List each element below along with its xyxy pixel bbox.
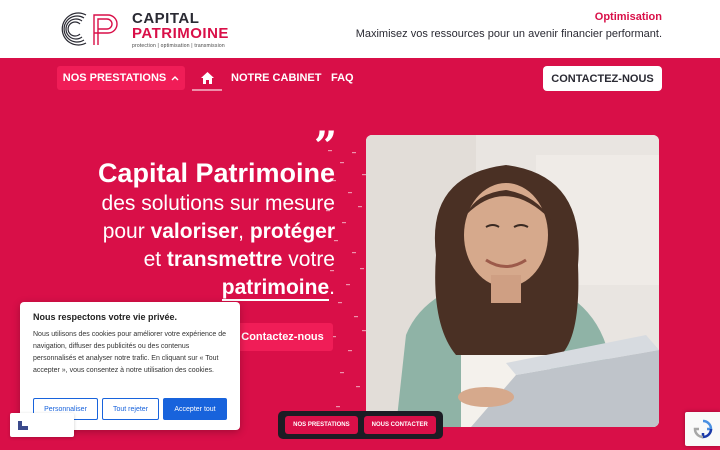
hero-line-4: patrimoine. — [35, 274, 335, 302]
header-promo-subtitle: Maximisez vos ressources pour un avenir … — [355, 28, 662, 40]
hero-keyword-proteger: protéger — [249, 220, 335, 243]
cookie-accept-button[interactable]: Accepter tout — [163, 398, 227, 420]
hero-photo — [366, 135, 659, 427]
logo-tagline: protection | optimisation | transmission — [132, 43, 225, 49]
recaptcha-badge[interactable] — [685, 412, 720, 446]
woman-laptop-illustration — [366, 135, 659, 427]
hero-line-4-suffix: . — [329, 276, 335, 299]
cookie-description: Nous utilisons des cookies pour améliore… — [33, 331, 226, 374]
hero-title: Capital Patrimoine — [97, 158, 335, 188]
cookie-reject-button[interactable]: Tout rejeter — [102, 398, 159, 420]
recaptcha-icon — [693, 419, 712, 439]
cookie-title: Nous respectons votre vie privée. — [33, 312, 178, 322]
nav-prestations-label: NOS PRESTATIONS — [62, 72, 167, 84]
cookie-consent-banner: Nous respectons votre vie privée. Nous u… — [20, 302, 240, 430]
top-header: CAPITAL PATRIMOINE protection | optimisa… — [0, 0, 720, 58]
hero-line-3-prefix: et — [143, 248, 167, 271]
logo-mark-icon — [61, 12, 118, 46]
cookie-icon — [18, 421, 28, 430]
hero-contact-button[interactable]: Contactez-nous — [232, 323, 333, 351]
header-promo: Optimisation Maximisez vos ressources po… — [356, 11, 662, 40]
nav-cabinet-link[interactable]: NOTRE CABINET — [231, 72, 321, 84]
hero-line-2-prefix: pour — [102, 220, 151, 243]
hero-line-2: pour valoriser, protéger — [35, 218, 335, 246]
floating-action-bar: NOS PRESTATIONS NOUS CONTACTER — [278, 411, 443, 439]
hero-text: Capital Patrimoine des solutions sur mes… — [35, 156, 335, 302]
nav-faq-link[interactable]: FAQ — [331, 72, 354, 84]
hero-line-2-sep: , — [238, 220, 250, 243]
nav-home-link[interactable] — [192, 67, 222, 91]
hero-keyword-transmettre: transmettre — [166, 248, 283, 271]
chevron-up-icon — [171, 76, 179, 81]
nav-contact-button[interactable]: CONTACTEZ-NOUS — [543, 66, 662, 91]
cookie-revisit-badge[interactable] — [10, 413, 74, 437]
hero-line-1: des solutions sur mesure — [101, 192, 335, 215]
home-icon — [200, 72, 214, 84]
logo-name-2: PATRIMOINE — [132, 25, 229, 42]
header-promo-title: Optimisation — [594, 11, 662, 23]
floating-contact-button[interactable]: NOUS CONTACTER — [363, 416, 436, 434]
site-logo[interactable]: CAPITAL PATRIMOINE protection | optimisa… — [56, 9, 236, 49]
hero-line-3: et transmettre votre — [35, 246, 335, 274]
hero-keyword-patrimoine: patrimoine — [221, 276, 330, 301]
nav-prestations-dropdown[interactable]: NOS PRESTATIONS — [57, 66, 185, 90]
hero-line-3-suffix: votre — [282, 248, 335, 271]
main-nav: NOS PRESTATIONS NOTRE CABINET FAQ CONTAC… — [0, 58, 720, 98]
logo-name: CAPITAL — [132, 10, 200, 27]
hero-keyword-valoriser: valoriser — [150, 220, 239, 243]
floating-prestations-button[interactable]: NOS PRESTATIONS — [285, 416, 358, 434]
